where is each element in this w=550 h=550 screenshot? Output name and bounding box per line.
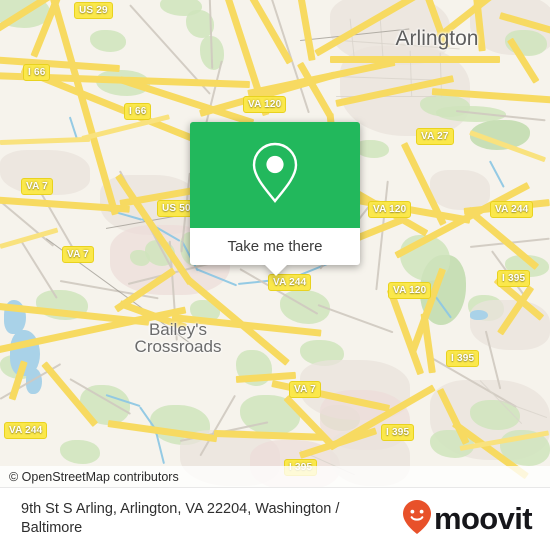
highway-shield: I 395	[446, 350, 480, 367]
minor-road	[375, 180, 389, 291]
landuse-residential	[470, 300, 550, 350]
map-canvas[interactable]: US 29 I 66 I 66 VA 120 VA 27 VA 7 US 50 VA 120 V…	[0, 0, 550, 487]
highway-shield: I 66	[124, 103, 152, 120]
attribution-text: © OpenStreetMap contributors	[9, 469, 179, 484]
highway-shield: US 29	[74, 2, 113, 19]
minor-road	[19, 238, 58, 299]
moovit-pin-icon	[402, 499, 432, 540]
place-label: Arlington	[395, 27, 479, 50]
highway-shield: VA 244	[4, 422, 48, 439]
highway-shield: VA 244	[268, 274, 312, 291]
landuse-residential	[430, 170, 490, 210]
highway-shield: I 66	[23, 64, 51, 81]
take-me-there-button[interactable]: Take me there	[190, 228, 360, 265]
highway-shield: I 395	[381, 424, 415, 441]
motorway	[296, 0, 316, 62]
highway-shield: VA 7	[289, 381, 321, 398]
screenshot-root: US 29 I 66 I 66 VA 120 VA 27 VA 7 US 50 VA 120 V…	[0, 0, 550, 550]
moovit-wordmark: moovit	[433, 501, 533, 536]
popup-tail	[265, 265, 287, 276]
take-me-there-label: Take me there	[227, 238, 323, 255]
map-marker-popup[interactable]: Take me there	[190, 122, 360, 276]
highway-shield: VA 120	[243, 96, 287, 113]
highway-shield: VA 7	[62, 246, 94, 263]
highway-shield: VA 120	[388, 282, 432, 299]
motorway	[246, 0, 294, 65]
landuse-park	[90, 30, 126, 52]
map-attribution[interactable]: © OpenStreetMap contributors	[0, 466, 550, 487]
landuse-park	[130, 250, 150, 266]
landuse-park	[60, 440, 100, 464]
stream	[489, 160, 505, 188]
landuse-park	[355, 140, 389, 158]
location-pin-icon	[248, 140, 302, 211]
trunk-road	[0, 227, 59, 249]
highway-shield: VA 120	[368, 201, 412, 218]
highway-shield: VA 7	[21, 178, 53, 195]
moovit-logo[interactable]: moovit	[402, 499, 550, 540]
place-label: Crossroads	[134, 337, 222, 356]
trunk-road	[0, 136, 91, 145]
bottom-bar: 9th St S Arling, Arlington, VA 22204, Wa…	[0, 487, 550, 550]
minor-road	[317, 304, 394, 333]
highway-shield: VA 27	[416, 128, 454, 145]
motorway	[0, 56, 120, 73]
highway-shield: VA 244	[490, 201, 534, 218]
address-label: 9th St S Arling, Arlington, VA 22204, Wa…	[21, 501, 340, 536]
highway-shield: I 395	[497, 270, 531, 287]
motorway	[330, 56, 500, 63]
popup-header	[190, 122, 360, 228]
water-body	[470, 310, 488, 320]
